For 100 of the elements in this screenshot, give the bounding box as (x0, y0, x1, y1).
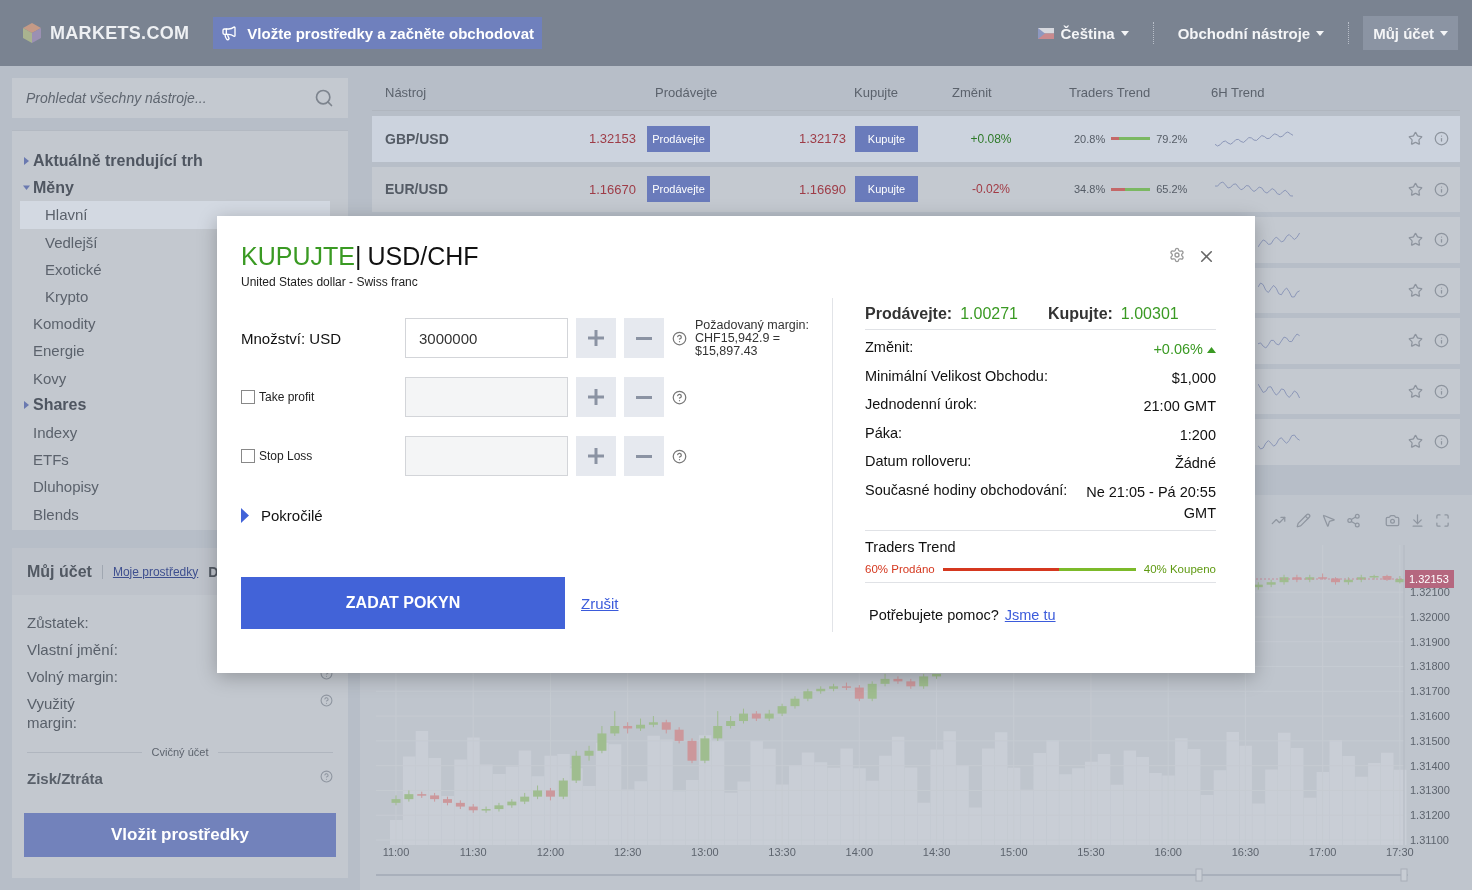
candlestick (1331, 576, 1340, 586)
star-icon[interactable] (1407, 131, 1423, 147)
info-icon[interactable] (1433, 131, 1449, 147)
candlestick (430, 792, 440, 803)
star-icon[interactable] (1407, 333, 1423, 349)
candlestick (713, 710, 723, 742)
info-icon[interactable] (1433, 434, 1449, 450)
tree-item[interactable]: Dluhopisy (33, 478, 99, 496)
account-field-label: Zůstatek: (27, 613, 89, 632)
tree-item[interactable]: ETFs (33, 451, 69, 469)
tree-item[interactable]: Blends (33, 505, 79, 523)
star-icon[interactable] (1407, 181, 1423, 197)
caret-icon (1316, 30, 1325, 36)
quantity-field[interactable]: 3000000 (405, 318, 568, 358)
help-icon[interactable] (672, 389, 687, 405)
buy-button[interactable]: Kupujte (855, 125, 918, 152)
nav-menu[interactable]: Můj účet (1363, 16, 1458, 50)
info-icon[interactable] (1433, 232, 1449, 248)
caret-icon (1440, 30, 1448, 36)
buy-price: 1.32173 (798, 131, 846, 147)
help-link[interactable]: Jsme tu (1004, 606, 1056, 623)
sparkline (1258, 332, 1300, 349)
search-field[interactable]: Prohledat všechny nástroje... (12, 78, 348, 118)
pencil-icon[interactable] (1296, 512, 1311, 528)
help-icon[interactable] (672, 330, 687, 346)
checkbox[interactable] (241, 449, 255, 463)
star-icon[interactable] (1407, 383, 1423, 399)
account-field-label: Volný margin: (27, 667, 118, 686)
column-header: Nástroj (385, 85, 427, 100)
column-header: Traders Trend (1069, 85, 1151, 100)
tree-item[interactable]: Indexy (33, 423, 78, 441)
submit-button[interactable]: ZADAT POKYN (241, 577, 565, 629)
nodes-icon[interactable] (1346, 512, 1361, 528)
candlestick (893, 675, 903, 685)
price-field[interactable] (405, 436, 568, 476)
tree-item[interactable]: Kovy (33, 369, 67, 387)
info-icon[interactable] (1433, 181, 1449, 197)
up-arrow-icon (1207, 346, 1216, 353)
axis-label: 1.32100 (1410, 586, 1450, 599)
candlestick (1266, 579, 1276, 588)
expand-icon[interactable] (1435, 512, 1450, 528)
instrument-row[interactable]: GBP/USD 1.32153 Prodávejte 1.32173 Kupujte +0.08% 20.8% 79.2% (372, 116, 1460, 162)
increase-button[interactable] (576, 436, 616, 476)
camera-icon[interactable] (1385, 512, 1400, 528)
candlestick (648, 715, 658, 728)
info-icon[interactable] (1433, 383, 1449, 399)
detail-value: 21:00 GMT (1143, 397, 1216, 416)
increase-button[interactable] (576, 318, 616, 358)
language-menu[interactable]: Čeština (1028, 16, 1139, 50)
detail-label: Minimální Velikost Obchodu: (865, 367, 1048, 384)
candlestick (816, 685, 826, 695)
sell-price: 1.32153 (588, 131, 636, 147)
decrease-button[interactable] (624, 436, 664, 476)
sell-button[interactable]: Prodávejte (647, 125, 710, 152)
tree-item[interactable]: Energie (33, 342, 85, 360)
candlestick (803, 688, 813, 702)
minus-icon (636, 336, 652, 340)
caret-icon (1120, 30, 1129, 36)
tree-item[interactable]: Komodity (33, 315, 96, 333)
pointer-icon[interactable] (1321, 512, 1336, 528)
deposit-button[interactable]: Vložit prostředky (24, 813, 336, 857)
range-navigator[interactable] (376, 868, 1409, 882)
cancel-link[interactable]: Zrušit (581, 594, 619, 612)
tree-item[interactable]: Aktuálně trendující trh (33, 151, 203, 170)
promo-button[interactable]: Vložte prostředky a začněte obchodovat (213, 17, 543, 49)
bought-percent: 40% Koupeno (1143, 563, 1216, 575)
account-field-label: Využitý margin: (27, 694, 79, 732)
checkbox[interactable] (241, 390, 255, 404)
candlestick (623, 721, 633, 734)
axis-label: 1.32000 (1410, 610, 1450, 623)
help-icon[interactable] (672, 448, 687, 464)
advanced-toggle[interactable]: Pokročilé (241, 503, 832, 527)
settings-icon[interactable] (1169, 247, 1185, 263)
candlestick (790, 695, 800, 710)
buy-button[interactable]: Kupujte (855, 176, 918, 203)
sell-button[interactable]: Prodávejte (647, 176, 710, 203)
info-icon[interactable] (1433, 282, 1449, 298)
decrease-button[interactable] (624, 318, 664, 358)
price-field[interactable] (405, 377, 568, 417)
column-header: Prodávejte (655, 85, 718, 100)
download-icon[interactable] (1410, 512, 1425, 528)
tree-item[interactable]: Měny (33, 178, 74, 197)
funds-link[interactable]: Moje prostředky (101, 564, 199, 579)
sold-percent: 34.8% (1074, 183, 1106, 196)
sell-label: Prodávejte: (865, 304, 953, 322)
instrument-row[interactable]: EUR/USD 1.16670 Prodávejte 1.16690 Kupujte -0.02% 34.8% 65.2% (372, 166, 1460, 212)
axis-label: 15:30 (1077, 846, 1105, 858)
candlestick (674, 726, 684, 744)
tree-item[interactable]: Shares (33, 396, 87, 415)
candlestick (520, 792, 530, 805)
star-icon[interactable] (1407, 232, 1423, 248)
candlestick (391, 794, 401, 806)
column-header: 6H Trend (1211, 85, 1265, 100)
axis-label: 17:30 (1386, 846, 1414, 858)
increase-button[interactable] (576, 377, 616, 417)
star-icon[interactable] (1407, 282, 1423, 298)
star-icon[interactable] (1407, 434, 1423, 450)
nav-menu[interactable]: Obchodní nástroje (1167, 16, 1335, 50)
info-icon[interactable] (1433, 333, 1449, 349)
decrease-button[interactable] (624, 377, 664, 417)
